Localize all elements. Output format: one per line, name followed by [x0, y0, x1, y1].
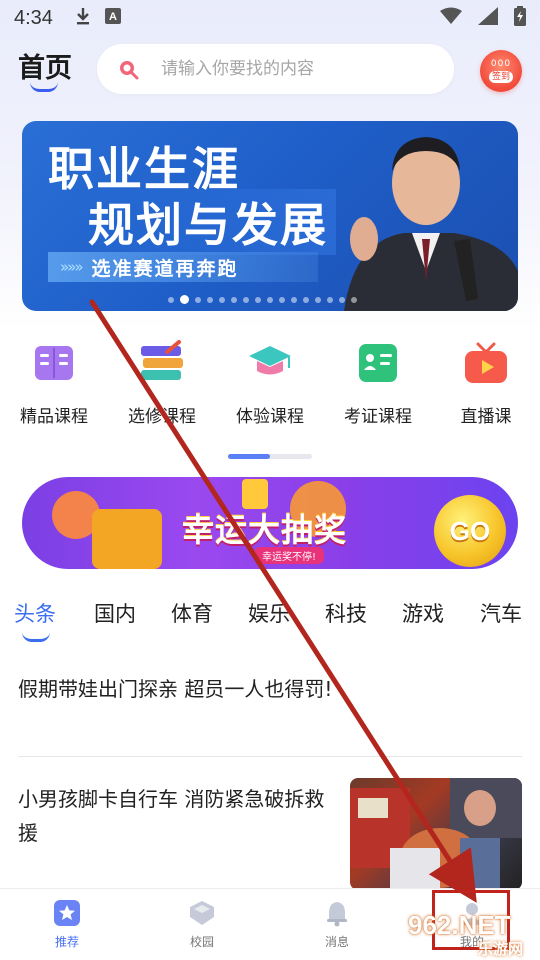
- banner-tagline-strip: »»» 选准赛道再奔跑: [48, 252, 318, 282]
- tab-entertainment[interactable]: 娱乐: [248, 598, 290, 628]
- status-bar: 4:34 A: [0, 0, 540, 36]
- school-icon: [188, 899, 216, 927]
- pagination-dot[interactable]: [315, 296, 321, 303]
- lottery-banner[interactable]: 幸运大抽奖 幸运奖不停! GO: [22, 477, 518, 569]
- certificate-icon: [353, 338, 403, 388]
- category-grid: 精品课程 选修课程 体验课程 考证课程 直播课: [0, 338, 540, 438]
- book-icon: [29, 338, 79, 388]
- pagination-dot[interactable]: [267, 296, 273, 303]
- page-title: 首页: [18, 53, 72, 84]
- pagination-dot[interactable]: [243, 296, 249, 303]
- category-label: 体验课程: [236, 407, 304, 427]
- search-input[interactable]: [161, 59, 411, 79]
- watermark-logo: 962.NET 乐游网: [400, 910, 540, 958]
- category-label: 精品课程: [20, 407, 88, 427]
- nav-messages[interactable]: 消息: [297, 899, 377, 950]
- keyboard-a-icon: A: [104, 7, 121, 29]
- signin-dots: 000: [490, 58, 512, 69]
- search-bar[interactable]: [97, 44, 454, 94]
- pagination-dot[interactable]: [327, 296, 333, 303]
- tab-sports[interactable]: 体育: [171, 598, 213, 628]
- gift-box-decoration: [92, 509, 162, 569]
- category-item-elective[interactable]: 选修课程: [112, 338, 212, 427]
- pagination-dot[interactable]: [255, 296, 261, 303]
- article-title[interactable]: 小男孩脚卡自行车 消防紧急破拆救援: [18, 782, 338, 850]
- download-icon: [75, 6, 91, 31]
- bell-icon: [323, 899, 351, 927]
- svg-text:A: A: [109, 11, 117, 23]
- speaker-photo: [344, 137, 518, 311]
- category-label: 直播课: [460, 407, 512, 427]
- pagination-dot[interactable]: [231, 296, 237, 303]
- banner-line3: 选准赛道再奔跑: [91, 257, 239, 280]
- divider: [18, 756, 522, 757]
- promo-banner[interactable]: 职业生涯 规划与发展 »»» 选准赛道再奔跑: [22, 121, 518, 311]
- tab-domestic[interactable]: 国内: [94, 598, 136, 628]
- pagination-dot[interactable]: [339, 296, 345, 303]
- category-item-live[interactable]: 直播课: [436, 338, 536, 427]
- lottery-subtitle: 幸运奖不停!: [254, 547, 325, 564]
- nav-label: 校园: [189, 935, 214, 949]
- banner-pagination: [168, 295, 357, 304]
- nav-recommend[interactable]: 推荐: [27, 899, 107, 950]
- pagination-dot[interactable]: [303, 296, 309, 303]
- category-item-premium[interactable]: 精品课程: [4, 338, 104, 427]
- watermark-sub: 乐游网: [478, 940, 524, 958]
- nav-label: 推荐: [54, 935, 79, 949]
- pagination-dot[interactable]: [279, 296, 285, 303]
- category-label: 考证课程: [344, 407, 412, 427]
- pagination-dot[interactable]: [351, 296, 357, 303]
- tab-technology[interactable]: 科技: [325, 598, 367, 628]
- title-underline: [30, 82, 58, 92]
- live-tv-icon: [461, 338, 511, 388]
- battery-icon: [514, 6, 526, 31]
- pagination-dot[interactable]: [291, 296, 297, 303]
- category-item-trial[interactable]: 体验课程: [220, 338, 320, 427]
- banner-line2: 规划与发展: [80, 189, 336, 255]
- tab-auto[interactable]: 汽车: [480, 598, 522, 628]
- pagination-dot[interactable]: [219, 296, 225, 303]
- nav-label: 消息: [324, 935, 349, 949]
- category-label: 选修课程: [128, 407, 196, 427]
- pagination-dot[interactable]: [207, 296, 213, 303]
- status-time: 4:34: [14, 6, 53, 29]
- page-indicator-fill: [228, 454, 270, 459]
- star-icon: [53, 899, 81, 927]
- signal-icon: [478, 7, 498, 30]
- lottery-title: 幸运大抽奖: [182, 511, 348, 549]
- signin-button[interactable]: 000 签到: [480, 50, 522, 92]
- signin-label: 签到: [488, 70, 513, 83]
- header: 首页 000 签到: [0, 40, 540, 100]
- tab-headlines[interactable]: 头条: [14, 598, 56, 628]
- news-tabs: 头条 国内 体育 娱乐 科技 游戏 汽车: [0, 598, 540, 648]
- pagination-dot[interactable]: [168, 296, 174, 303]
- search-icon: [117, 58, 139, 80]
- category-page-indicator: [228, 454, 312, 459]
- pagination-dot[interactable]: [180, 295, 189, 304]
- tab-games[interactable]: 游戏: [402, 598, 444, 628]
- nav-school[interactable]: 校园: [162, 899, 242, 950]
- wifi-icon: [440, 7, 462, 30]
- stack-books-icon: [137, 338, 187, 388]
- lottery-go-button[interactable]: GO: [434, 495, 506, 567]
- pagination-dot[interactable]: [195, 296, 201, 303]
- category-item-certificate[interactable]: 考证课程: [328, 338, 428, 427]
- article-thumbnail[interactable]: [350, 778, 522, 890]
- article-title[interactable]: 假期带娃出门探亲 超员一人也得罚!: [18, 673, 332, 702]
- graduation-cap-icon: [245, 338, 295, 388]
- banner-arrows: »»»: [60, 258, 84, 276]
- watermark-main: 962.NET: [408, 910, 511, 940]
